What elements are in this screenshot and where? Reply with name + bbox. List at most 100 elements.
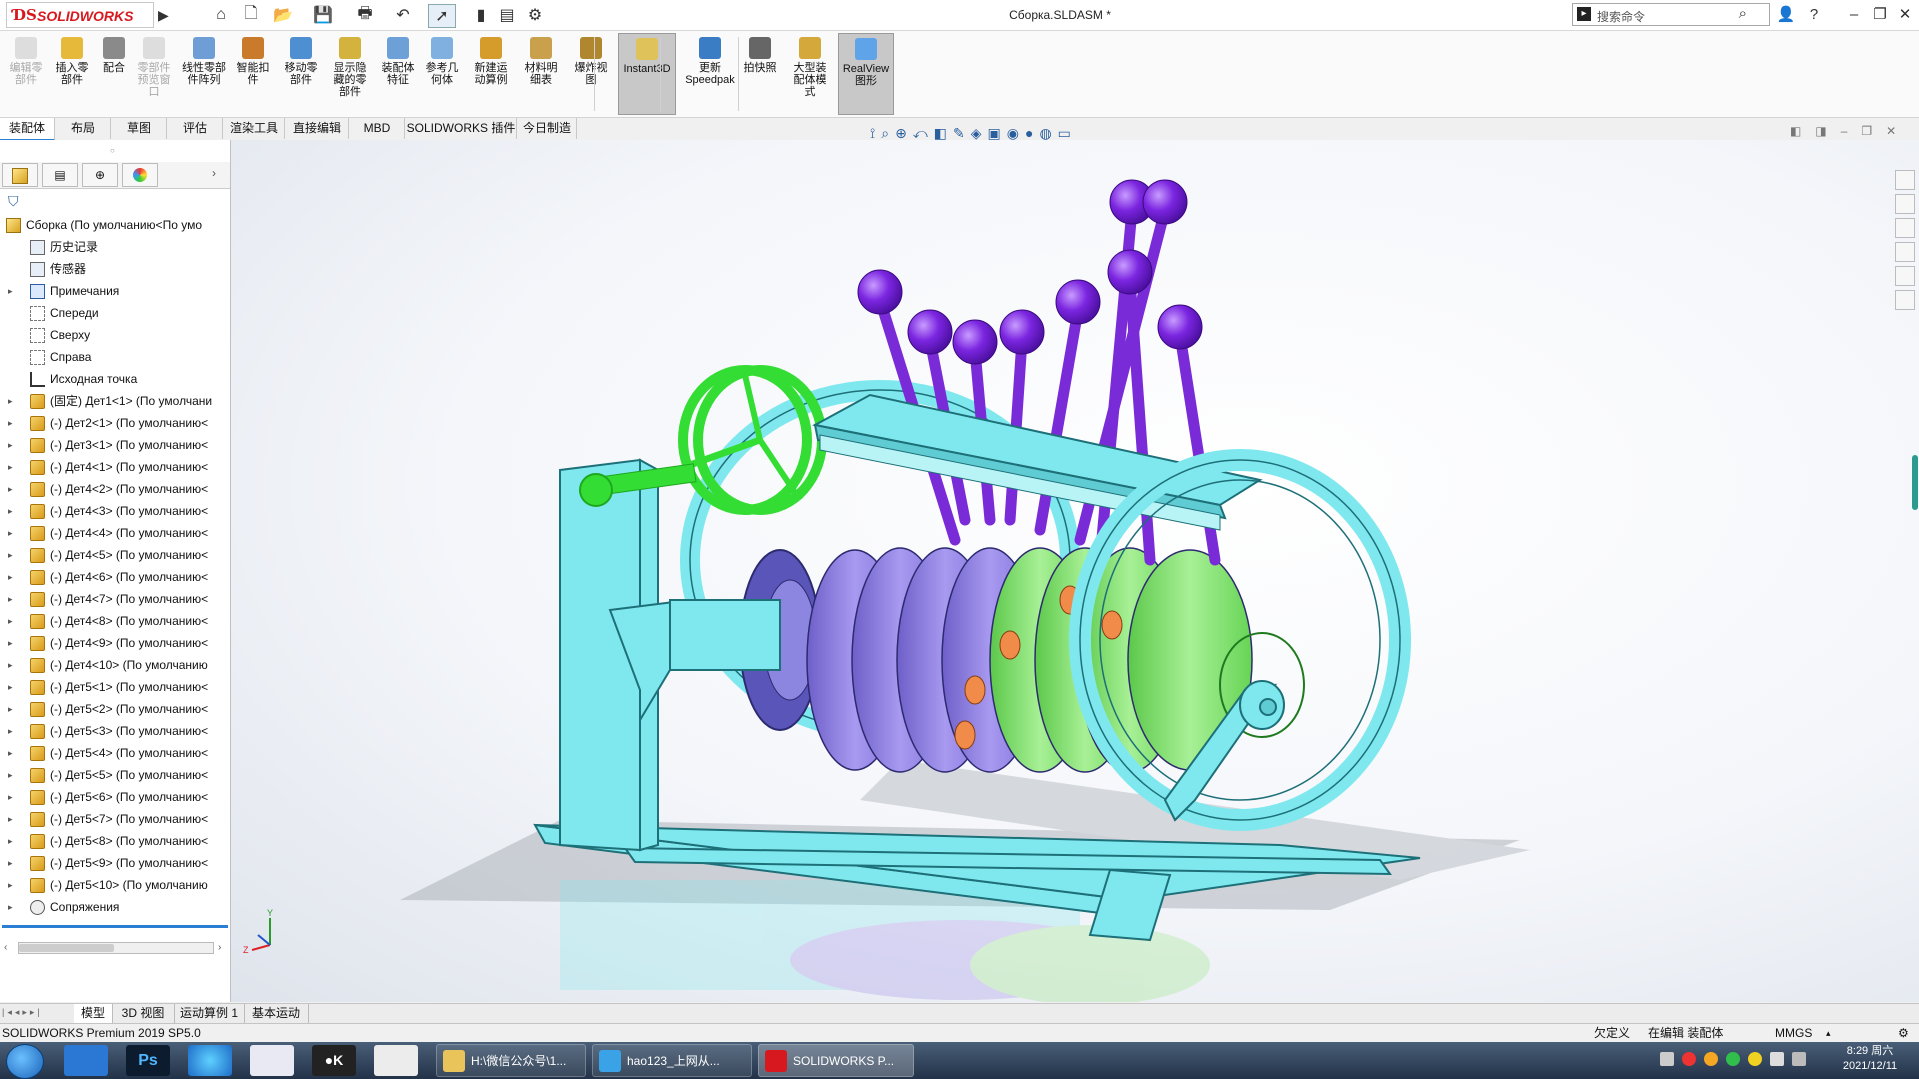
zoom-area-icon[interactable]: ⊕ [895,125,907,142]
tree-item[interactable]: ▸ (-) Дет4<4> (По умолчанию< [0,522,230,544]
tree-item[interactable]: ▸ (-) Дет4<2> (По умолчанию< [0,478,230,500]
expand-arrow-icon[interactable]: ▸ [8,654,18,676]
tree-item[interactable]: Исходная точка [0,368,230,390]
ribbon-button-3[interactable]: 零部件 预览窗 口 [134,33,174,115]
lever-knob[interactable] [857,269,903,315]
section-view-icon[interactable]: ◧ [934,125,947,142]
restore-window-button[interactable]: ❐ [1869,4,1891,26]
cm-tab-7[interactable]: SOLIDWORKS 插件 [406,118,517,139]
expand-arrow-icon[interactable]: ▸ [8,742,18,764]
model-tab-2[interactable]: 运动算例 1 [174,1004,245,1023]
solidworks-logo[interactable]: ƊS SOLIDWORKS [6,2,154,28]
ribbon-button-2[interactable]: 配合 [96,33,132,115]
tree-item[interactable]: ▸ (-) Дет4<6> (По умолчанию< [0,566,230,588]
network-icon[interactable] [1792,1052,1806,1066]
app-icon-5[interactable]: ●K [312,1045,356,1076]
tree-item[interactable]: ▸ (-) Дет4<9> (По умолчанию< [0,632,230,654]
previous-view-icon[interactable]: ⤺ [913,125,928,142]
tree-item[interactable]: ▸ (-) Дет4<3> (По умолчанию< [0,500,230,522]
menu-expand-arrow-icon[interactable]: ▶ [158,7,169,24]
ribbon-button-9[interactable]: 参考几 何体 [420,33,464,115]
model-tab-1[interactable]: 3D 视图 [112,1004,175,1023]
tray-app-icon-4[interactable] [1748,1052,1762,1066]
tree-rollback-bar[interactable] [2,925,228,928]
open-folder-icon[interactable]: 📂 [270,4,296,26]
expand-arrow-icon[interactable]: ▸ [8,434,18,456]
tree-item[interactable]: ▸ (-) Дет5<1> (По умолчанию< [0,676,230,698]
viewport-restore-icon[interactable]: ❐ [1861,124,1872,138]
tree-item[interactable]: ▸ (-) Дет3<1> (По умолчанию< [0,434,230,456]
lever-knob[interactable] [999,309,1045,355]
ribbon-button-16[interactable]: 大型装 配体模 式 [784,33,836,115]
more-tabs-arrow-icon[interactable]: › [212,166,216,180]
file-explorer-icon[interactable] [1895,218,1915,238]
tray-app-icon-2[interactable] [1704,1052,1718,1066]
apply-scene-icon[interactable]: ◍ [1039,125,1051,142]
help-icon[interactable]: ? [1803,4,1825,26]
ribbon-button-6[interactable]: 移动零 部件 [276,33,326,115]
dynamic-annotation-icon[interactable]: ✎ [953,125,965,142]
cm-tab-2[interactable]: 草图 [112,118,167,139]
expand-arrow-icon[interactable]: ▸ [8,456,18,478]
ribbon-button-4[interactable]: 线性零部 件阵列 [176,33,232,115]
tree-item[interactable]: ▸ Сопряжения [0,896,230,918]
tree-item[interactable]: ▸ (-) Дет4<10> (По умолчанию [0,654,230,676]
tray-app-icon-3[interactable] [1726,1052,1740,1066]
select-pointer-icon[interactable]: ➚ [428,4,456,28]
tree-item[interactable]: Справа [0,346,230,368]
ribbon-button-13[interactable]: Instant3D [618,33,676,115]
handwheel[interactable] [579,365,827,515]
options-gear-icon[interactable]: ⚙ [522,4,548,26]
lever-knob[interactable] [1055,279,1101,325]
expand-arrow-icon[interactable]: ▸ [8,566,18,588]
ribbon-button-15[interactable]: 拍快照 [738,33,782,115]
viewport-close-icon[interactable]: ✕ [1886,124,1896,138]
ribbon-button-11[interactable]: 材料明 细表 [518,33,564,115]
new-document-icon[interactable]: 🗋 [238,4,264,26]
expand-arrow-icon[interactable]: ▸ [8,698,18,720]
tree-item[interactable]: Спереди [0,302,230,324]
expand-arrow-icon[interactable]: ▸ [8,852,18,874]
display-manager-tab[interactable] [122,163,158,187]
viewport-minimize-icon[interactable]: – [1841,124,1848,138]
expand-arrow-icon[interactable]: ▸ [8,610,18,632]
expand-arrow-icon[interactable]: ▸ [8,478,18,500]
expand-arrow-icon[interactable]: ▸ [8,412,18,434]
volume-icon[interactable] [1770,1052,1784,1066]
cm-tab-6[interactable]: MBD [350,118,405,139]
tree-item[interactable]: ▸ (-) Дет5<10> (По умолчанию [0,874,230,896]
expand-arrow-icon[interactable]: ▸ [8,500,18,522]
expand-arrow-icon[interactable]: ▸ [8,786,18,808]
tree-item[interactable]: ▸ (-) Дет4<8> (По умолчанию< [0,610,230,632]
solidworks-resources-icon[interactable] [1895,170,1915,190]
expand-arrow-icon[interactable]: ▸ [8,830,18,852]
viewport-scroll-handle[interactable] [1912,455,1918,510]
unit-dropdown-icon[interactable]: ▴ [1826,1024,1831,1043]
view-settings-icon[interactable]: ▭ [1058,125,1071,142]
print-icon[interactable]: 🖶 [352,4,378,26]
expand-arrow-icon[interactable]: ▸ [8,874,18,896]
zoom-to-fit-icon[interactable]: ⌕ [881,125,889,142]
custom-properties-icon[interactable] [1895,290,1915,310]
ribbon-button-10[interactable]: 新建运 动算例 [468,33,514,115]
user-account-icon[interactable]: 👤 [1775,4,1797,26]
filter-icon[interactable]: ⛉ [8,193,19,210]
app-icon-6[interactable] [374,1045,418,1076]
tree-item[interactable]: ▸ (-) Дет5<9> (По умолчанию< [0,852,230,874]
assembly-3d-model[interactable]: Y Z [231,140,1919,1002]
tree-item[interactable]: ▸ (-) Дет5<7> (По умолчанию< [0,808,230,830]
file-properties-icon[interactable]: ▤ [494,4,520,26]
ribbon-button-7[interactable]: 显示隐 藏的零 部件 [328,33,372,115]
expand-arrow-icon[interactable]: ▸ [8,280,18,302]
app-icon-1[interactable] [64,1045,108,1076]
undo-icon[interactable]: ↶ [390,4,416,26]
ribbon-button-14[interactable]: 更新 Speedpak [680,33,740,115]
search-commands-input[interactable]: ▸ 搜索命令 ⌕ [1572,3,1770,26]
browser-ie-icon[interactable] [188,1045,232,1076]
tree-item[interactable]: ▸ (-) Дет5<3> (По умолчанию< [0,720,230,742]
cm-tab-4[interactable]: 渲染工具 [224,118,285,139]
lever-knob[interactable] [952,319,998,365]
tile-left-icon[interactable]: ◧ [1790,124,1801,138]
ribbon-button-5[interactable]: 智能扣 件 [232,33,274,115]
expand-arrow-icon[interactable]: ▸ [8,632,18,654]
